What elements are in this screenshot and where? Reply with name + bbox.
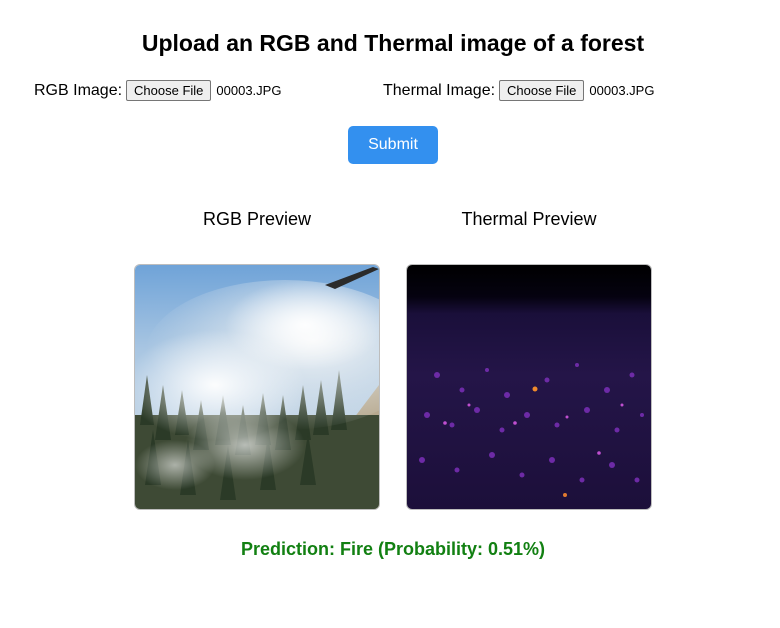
thermal-choose-file-button[interactable]: Choose File <box>499 80 585 101</box>
rgb-image-field: RGB Image: Choose File 00003.JPG <box>34 80 281 101</box>
thermal-preview-image <box>406 264 652 510</box>
page: Upload an RGB and Thermal image of a for… <box>0 0 780 628</box>
rgb-preview-image <box>134 264 380 510</box>
rgb-preview-title: RGB Preview <box>202 209 312 229</box>
prediction-result: Prediction: Fire (Probability: 0.51%) <box>240 539 546 559</box>
thermal-image-label: Thermal Image: <box>383 81 496 99</box>
submit-button[interactable]: Submit <box>348 126 438 164</box>
thermal-preview-title: Thermal Preview <box>461 209 597 229</box>
thermal-image-field: Thermal Image: Choose File 00003.JPG <box>383 80 654 101</box>
rgb-choose-file-button[interactable]: Choose File <box>126 80 212 101</box>
rgb-file-name: 00003.JPG <box>216 83 282 98</box>
thermal-file-name: 00003.JPG <box>589 83 655 98</box>
rgb-image-label: RGB Image: <box>34 81 123 99</box>
page-title: Upload an RGB and Thermal image of a for… <box>141 30 645 56</box>
